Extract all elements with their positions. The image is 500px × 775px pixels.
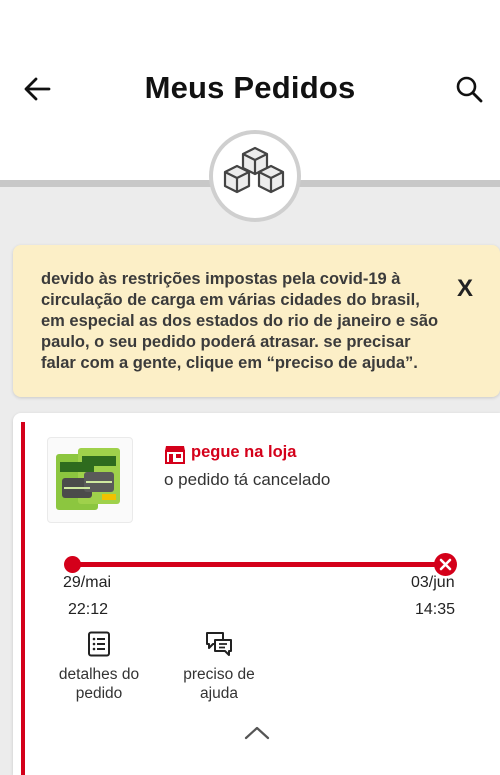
timeline-start-time: 22:12 [68,601,109,618]
timeline-bar [73,562,445,567]
timeline-start-dot [64,556,81,573]
store-icon [165,446,185,464]
help-button[interactable]: preciso de ajuda [171,631,267,703]
timeline-start-date: 29/mai [63,574,112,591]
timeline-end-date: 03/jun [411,574,455,591]
order-status: o pedido tá cancelado [164,470,331,489]
order-card[interactable]: pegue na loja o pedido tá cancelado 29/m… [13,413,500,775]
delivery-type-label: pegue na loja [191,443,297,461]
cancel-circle-icon [434,553,457,576]
notice-text: devido às restrições impostas pela covid… [41,270,439,372]
list-document-icon [88,631,110,657]
search-icon[interactable] [455,75,483,103]
chat-bubbles-icon [206,632,232,656]
notice-close-button[interactable]: X [457,275,473,303]
order-details-button[interactable]: detalhes do pedido [51,631,147,703]
timeline-end-time: 14:35 [415,601,456,618]
page-title: Meus Pedidos [144,70,356,105]
card-accent-bar [21,422,25,775]
order-details-label: detalhes do pedido [58,666,140,702]
covid-notice: devido às restrições impostas pela covid… [13,245,500,397]
product-image[interactable] [47,437,133,523]
boxes-badge [209,130,301,222]
chevron-up-icon[interactable] [243,723,271,743]
boxes-icon [223,146,285,194]
help-label: preciso de ajuda [183,666,255,702]
razor-blades-product-icon [56,448,120,510]
